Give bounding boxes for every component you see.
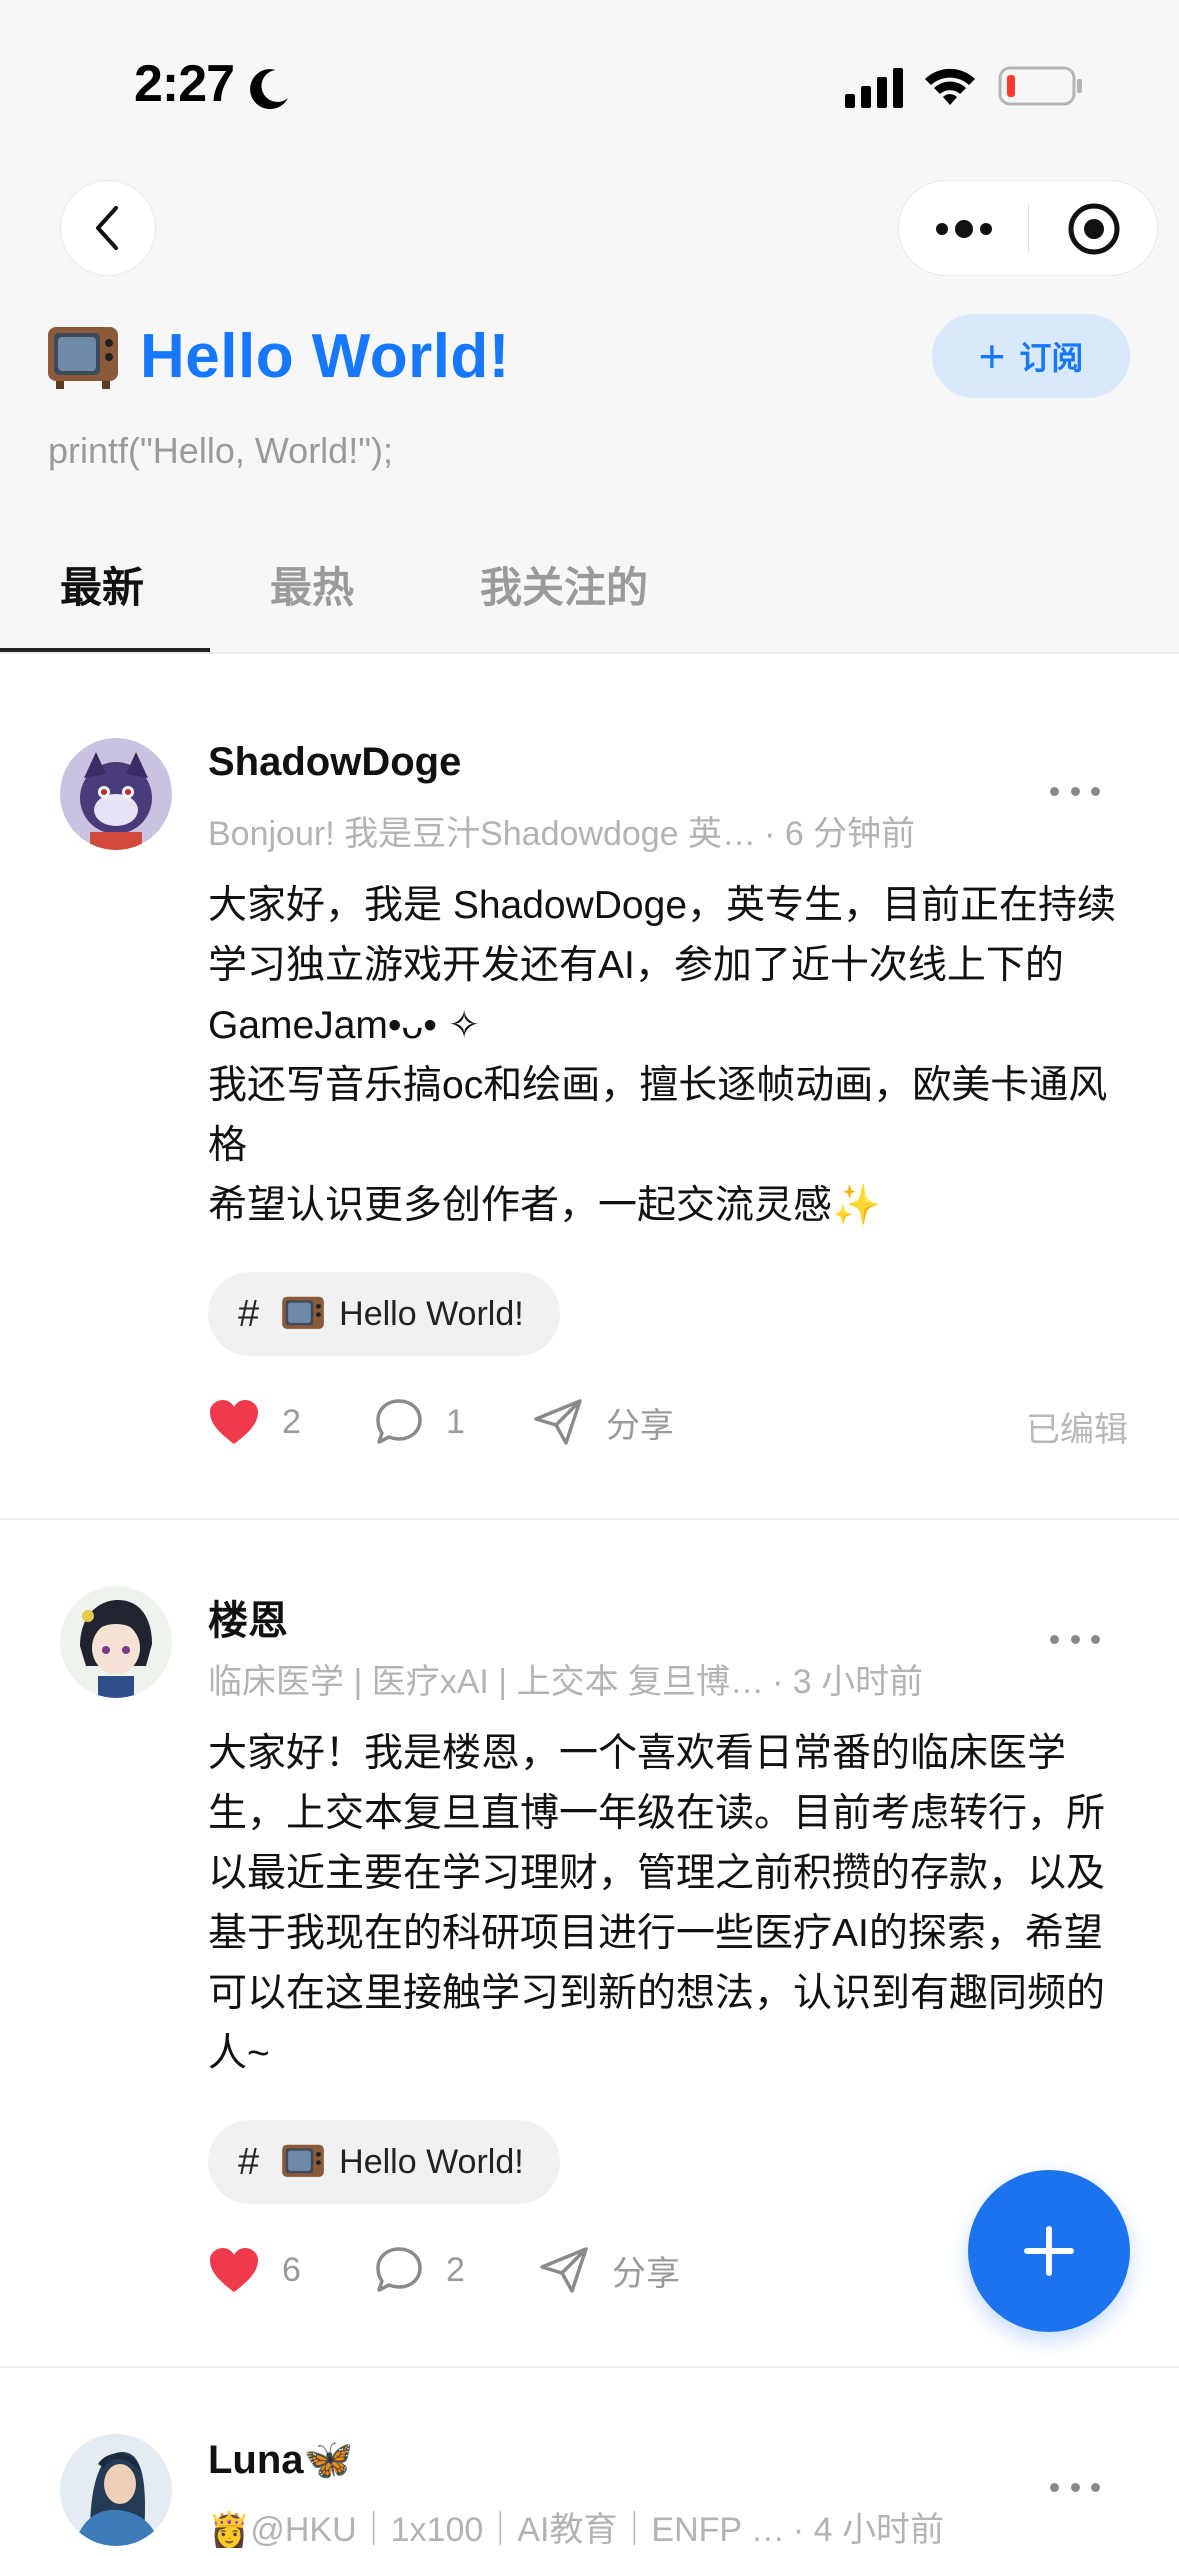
new-post-fab[interactable] [968,2170,1130,2332]
back-icon [96,206,118,250]
author-bio: Bonjour! 我是豆汁Shadowdoge 英… [208,815,757,853]
heart-icon [210,1400,258,1444]
share-icon [534,1399,582,1445]
plus-icon [1024,2226,1074,2276]
share-label: 分享 [606,1406,674,1445]
channel-page: 2:27 Hello World! printf("Hello, World!"… [0,0,1179,2556]
post-more-button[interactable] [1050,2472,1100,2502]
post-more-button[interactable] [1050,1624,1100,1654]
tab-latest[interactable]: 最新 [60,554,144,615]
avatar[interactable] [60,1586,172,1698]
avatar[interactable] [60,2434,172,2546]
post-time: · 4 小时前 [792,2511,945,2549]
author-meta: Bonjour! 我是豆汁Shadowdoge 英… · 6 分钟前 [208,806,915,855]
tab-following[interactable]: 我关注的 [480,554,648,615]
like-button[interactable]: 6 [208,2240,301,2300]
channel-description: printf("Hello, World!"); [48,430,393,471]
post-body[interactable]: 大家好，我是 ShadowDoge，英专生，目前正在持续学习独立游戏开发还有AI… [208,876,1128,1236]
subscribe-button[interactable]: + 订阅 [932,314,1130,398]
author-name[interactable]: ShadowDoge [208,740,461,785]
post-time: · 6 分钟前 [764,815,916,853]
comment-count: 1 [446,1402,465,1441]
author-name[interactable]: Luna🦋 [208,2436,353,2483]
tabs-divider [0,652,1179,654]
like-count: 6 [282,2250,301,2289]
wifi-icon [925,68,975,105]
status-bar: 2:27 [0,0,1179,175]
signal-icon [845,68,903,108]
avatar[interactable] [60,738,172,850]
post-body[interactable]: 大家好！我是楼恩，一个喜欢看日常番的临床医学生，上交本复旦直博一年级在读。目前考… [208,1724,1128,2084]
post-time: · 3 小时前 [772,1663,924,1701]
battery-icon [998,66,1082,106]
edited-label: 已编辑 [1026,1411,1128,1449]
avatar-shadowdoge [60,738,172,850]
hash-icon: # [238,2140,260,2183]
mini-program-capsule [898,180,1158,276]
share-icon [540,2247,588,2293]
more-dots-icon [935,220,992,238]
author-meta: 临床医学 | 医疗xAI | 上交本 复旦博… · 3 小时前 [208,1654,923,1703]
avatar-luna [60,2434,172,2546]
share-button[interactable]: 分享 [532,1392,674,1452]
post-actions: 2 1 分享 已编辑 [208,1392,1128,1452]
more-options-button[interactable] [899,181,1028,277]
tv-icon [48,327,118,389]
tv-icon [282,2144,324,2177]
topic-chip[interactable]: # Hello World! [208,1272,560,1356]
topic-chip[interactable]: # Hello World! [208,2120,560,2204]
status-time: 2:27 [134,55,235,113]
comment-count: 2 [446,2250,465,2289]
comment-button[interactable]: 2 [374,2240,465,2300]
moon-icon [250,69,288,110]
like-button[interactable]: 2 [208,1392,301,1452]
comment-icon [376,2247,422,2292]
like-count: 2 [282,1402,301,1441]
post-divider [0,1518,1179,1520]
author-meta: 👸@HKU｜1x100｜AI教育｜ENFP … · 4 小时前 [208,2502,944,2551]
share-button[interactable]: 分享 [538,2240,680,2300]
topic-label: Hello World! [339,2142,524,2181]
comment-button[interactable]: 1 [374,1392,465,1452]
author-bio: 临床医学 | 医疗xAI | 上交本 复旦博… [208,1663,765,1701]
feed-tabs: 最新 最热 我关注的 [0,540,1179,652]
post-more-button[interactable] [1050,776,1100,806]
channel-title-row: Hello World! [46,316,510,396]
tab-hot[interactable]: 最热 [270,554,354,615]
author-name[interactable]: 楼恩 [208,1588,288,1646]
share-label: 分享 [612,2254,680,2293]
author-bio: 👸@HKU｜1x100｜AI教育｜ENFP … [208,2511,785,2549]
avatar-louen [60,1586,172,1698]
heart-icon [210,2248,258,2292]
close-mini-program-button[interactable] [1029,181,1159,277]
comment-icon [376,1399,422,1444]
topic-label: Hello World! [339,1294,524,1333]
hash-icon: # [238,1292,260,1335]
post-divider [0,2366,1179,2368]
back-button[interactable] [60,180,156,276]
tv-icon [282,1296,324,1329]
mini-program-close-icon [1068,203,1120,255]
subscribe-label: 订阅 [1019,340,1084,376]
plus-icon: + [978,330,1006,382]
channel-title: Hello World! [140,321,510,391]
